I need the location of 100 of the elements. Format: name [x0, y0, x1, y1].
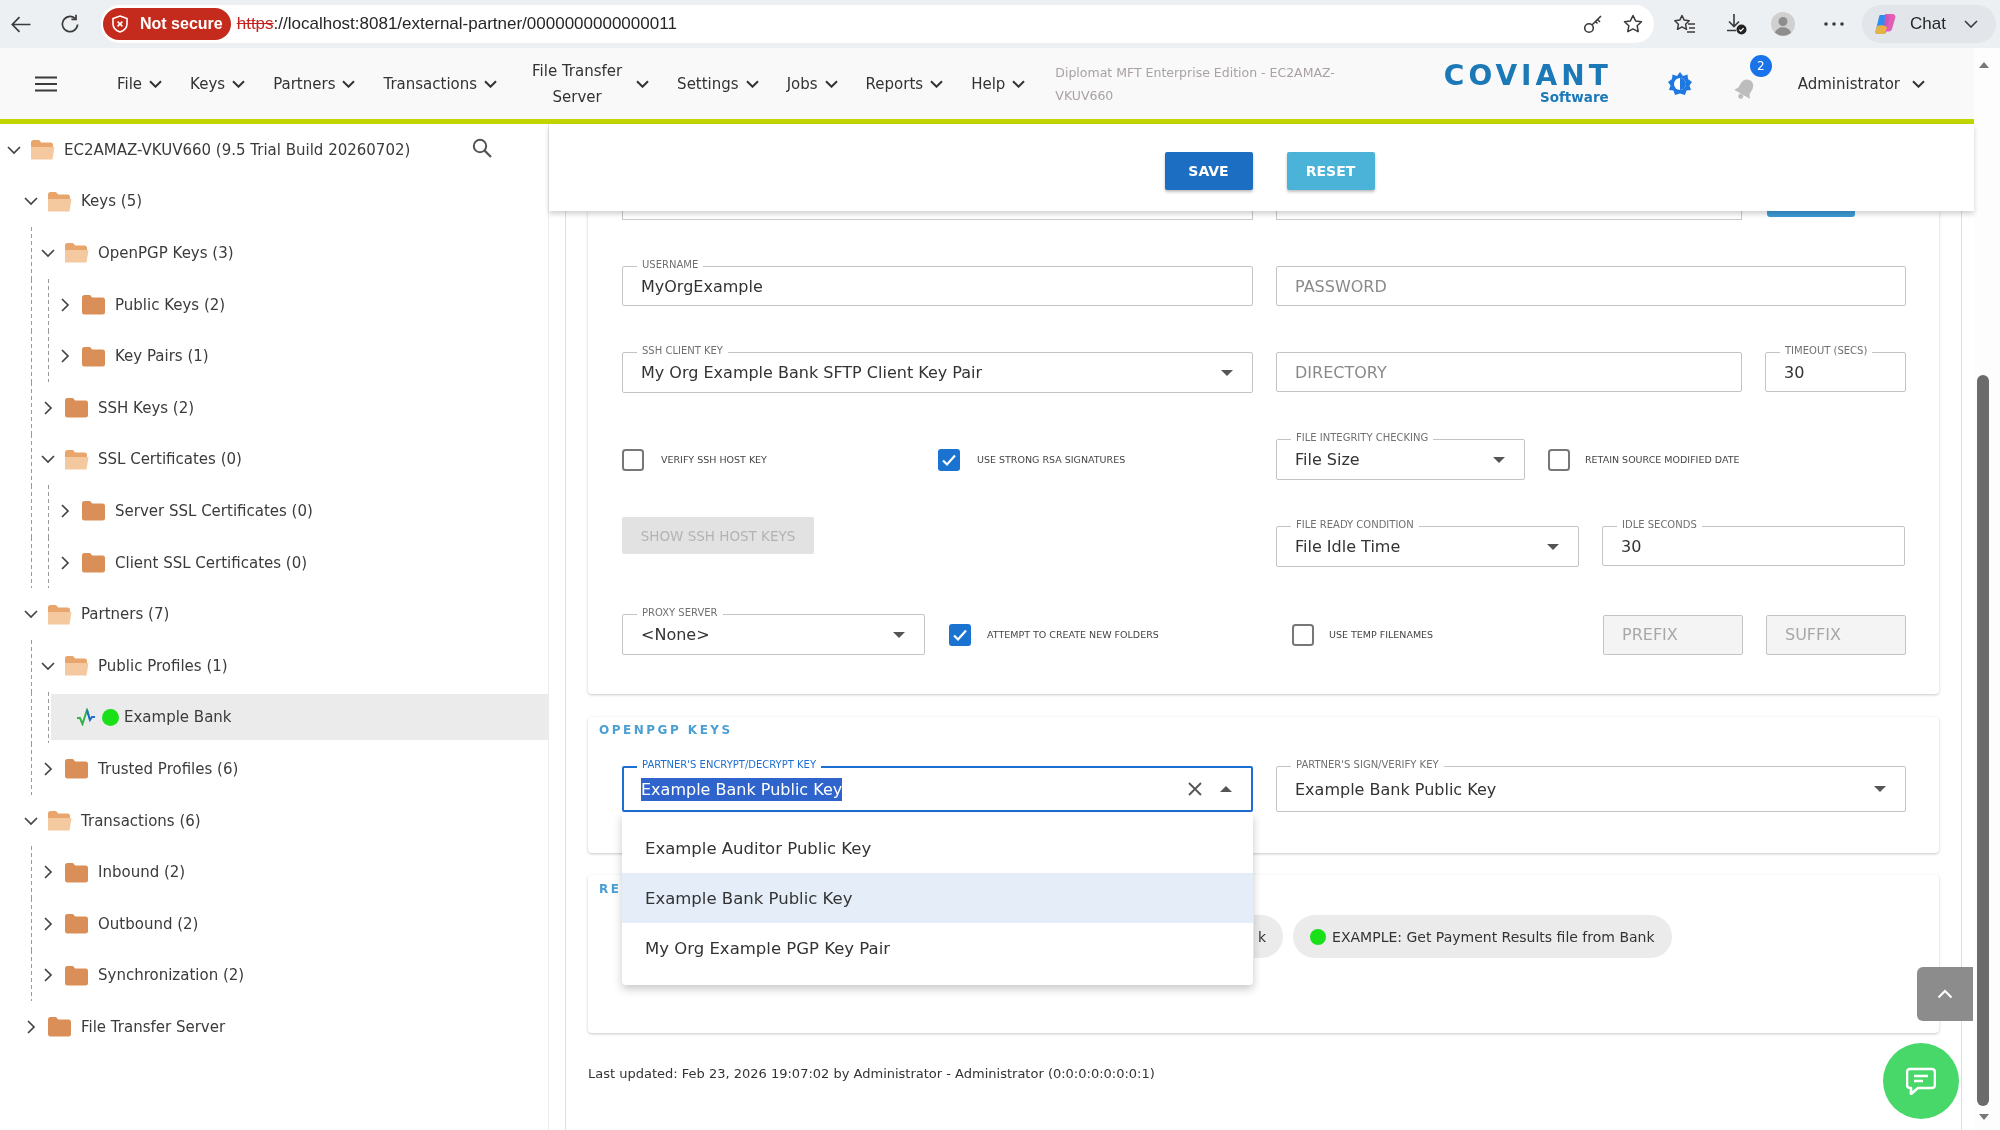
download-icon[interactable]: [1725, 13, 1747, 35]
checkbox-label: USE TEMP FILENAMES: [1329, 629, 1434, 640]
tree-item[interactable]: EC2AMAZ-VKUV660 (9.5 Trial Build 20260702): [0, 126, 472, 173]
checkbox[interactable]: [1292, 623, 1314, 646]
open-folder-icon: [47, 190, 72, 212]
section-title: OPENPGP KEYS: [599, 722, 733, 738]
tree-item[interactable]: Client SSL Certificates (0): [51, 539, 548, 586]
field-label: IDLE SECONDS: [1617, 519, 1702, 531]
tree-item[interactable]: File Transfer Server: [17, 1003, 548, 1050]
menu-item[interactable]: File Transfer Server: [525, 57, 650, 110]
open-folder-icon: [47, 603, 72, 625]
checkbox[interactable]: [622, 448, 644, 471]
checkbox-label: RETAIN SOURCE MODIFIED DATE: [1585, 454, 1740, 465]
password-field[interactable]: PASSWORD: [1276, 266, 1906, 306]
open-folder-icon: [64, 655, 89, 677]
chevron-down-icon: [149, 79, 163, 88]
tree-item[interactable]: Keys (5): [17, 178, 548, 225]
chevron-down-icon: [484, 79, 498, 88]
menu-item[interactable]: Jobs: [786, 70, 838, 97]
chevron-down-icon: [824, 79, 838, 88]
field-label: PROXY SERVER: [637, 607, 723, 619]
section-title: RE: [599, 881, 622, 897]
tree-item[interactable]: SSL Certificates (0): [34, 436, 548, 483]
more-icon[interactable]: [1824, 22, 1844, 26]
directory-field[interactable]: DIRECTORY: [1276, 352, 1742, 392]
chevron-down-icon: [1912, 79, 1925, 88]
chip[interactable]: k: [1254, 915, 1284, 958]
favorites-icon[interactable]: [1674, 14, 1696, 34]
user-menu[interactable]: Administrator: [1797, 74, 1925, 93]
tree-item[interactable]: Example Bank: [51, 694, 548, 741]
brightness-icon[interactable]: [1667, 71, 1692, 96]
chat-button[interactable]: Chat: [1862, 5, 1996, 43]
checkbox[interactable]: [949, 623, 971, 646]
menu-item[interactable]: Help: [971, 70, 1026, 97]
tree-item[interactable]: Public Profiles (1): [34, 642, 548, 689]
caret-down-icon: [1547, 543, 1559, 550]
dropdown-option[interactable]: Example Auditor Public Key: [622, 823, 1253, 873]
chevron-down-icon: [232, 79, 246, 88]
field-label: PARTNER'S SIGN/VERIFY KEY: [1291, 759, 1444, 771]
tree-item[interactable]: OpenPGP Keys (3): [34, 230, 548, 276]
folder-icon: [64, 964, 89, 986]
reload-icon[interactable]: [60, 14, 80, 34]
open-folder-icon: [64, 242, 89, 264]
field-label: TIMEOUT (SECS): [1780, 345, 1873, 357]
checkbox-label: ATTEMPT TO CREATE NEW FOLDERS: [987, 629, 1159, 640]
dropdown-option[interactable]: My Org Example PGP Key Pair: [622, 923, 1253, 973]
chevron-down-icon: [342, 79, 356, 88]
caret-down-icon: [1874, 786, 1886, 792]
field-label: FILE READY CONDITION: [1291, 519, 1419, 531]
save-button[interactable]: SAVE: [1164, 152, 1253, 190]
menu-item[interactable]: Partners: [273, 70, 356, 97]
folder-icon: [64, 397, 89, 419]
tree-item[interactable]: Partners (7): [17, 591, 548, 638]
dropdown-option[interactable]: Example Bank Public Key: [622, 873, 1253, 923]
caret-up-icon: [1220, 786, 1232, 792]
tree-item[interactable]: Synchronization (2): [34, 952, 548, 999]
chevron-down-icon: [745, 79, 759, 88]
address-bar[interactable]: Not secure https://localhost:8081/external-partner/0000000000000011: [101, 5, 1654, 43]
field-label: SSH CLIENT KEY: [637, 345, 728, 357]
field-label: PARTNER'S ENCRYPT/DECRYPT KEY: [637, 759, 821, 771]
checkbox[interactable]: [1548, 448, 1570, 471]
chip[interactable]: EXAMPLE: Get Payment Results file from Bank: [1293, 915, 1672, 958]
menu-icon[interactable]: [35, 75, 57, 92]
menu-item[interactable]: Transactions: [383, 70, 498, 97]
menu-item[interactable]: Reports: [865, 70, 944, 97]
security-badge[interactable]: Not secure: [103, 8, 231, 40]
logo-tagline: Software: [1540, 90, 1609, 105]
input-field[interactable]: [622, 211, 1253, 220]
tree-item[interactable]: Trusted Profiles (6): [34, 745, 548, 792]
folder-icon: [64, 758, 89, 780]
back-icon[interactable]: [11, 15, 31, 33]
folder-icon: [81, 294, 106, 316]
tree-item[interactable]: Key Pairs (1): [51, 333, 548, 380]
input-field[interactable]: [1276, 211, 1742, 220]
tree-item[interactable]: Server SSL Certificates (0): [51, 487, 548, 534]
close-icon[interactable]: [1188, 782, 1202, 796]
tree-item[interactable]: Transactions (6): [17, 797, 548, 844]
tree-item[interactable]: Public Keys (2): [51, 281, 548, 328]
star-icon[interactable]: [1623, 14, 1643, 34]
tree-item[interactable]: Outbound (2): [34, 900, 548, 947]
swirl-icon: [1874, 12, 1898, 36]
checkbox[interactable]: [938, 448, 960, 471]
folder-icon: [64, 913, 89, 935]
caret-down-icon: [1221, 369, 1233, 376]
chevron-down-icon: [1012, 79, 1026, 88]
open-folder-icon: [47, 810, 72, 831]
chevron-down-icon: [1963, 20, 1978, 28]
profile-icon[interactable]: [1771, 12, 1795, 36]
folder-icon: [81, 345, 106, 367]
chat-bubble-icon: [1906, 1067, 1936, 1095]
tree-item[interactable]: Inbound (2): [34, 849, 548, 896]
menu-item[interactable]: Keys: [190, 70, 246, 97]
folder-icon: [47, 1016, 72, 1038]
key-icon[interactable]: [1583, 14, 1603, 34]
shield-icon: [112, 15, 128, 33]
search-icon[interactable]: [472, 137, 492, 158]
checkbox-label: VERIFY SSH HOST KEY: [661, 454, 767, 465]
menu-item[interactable]: Settings: [677, 70, 759, 97]
tree-item[interactable]: SSH Keys (2): [34, 384, 548, 431]
menu-item[interactable]: File: [117, 70, 163, 97]
